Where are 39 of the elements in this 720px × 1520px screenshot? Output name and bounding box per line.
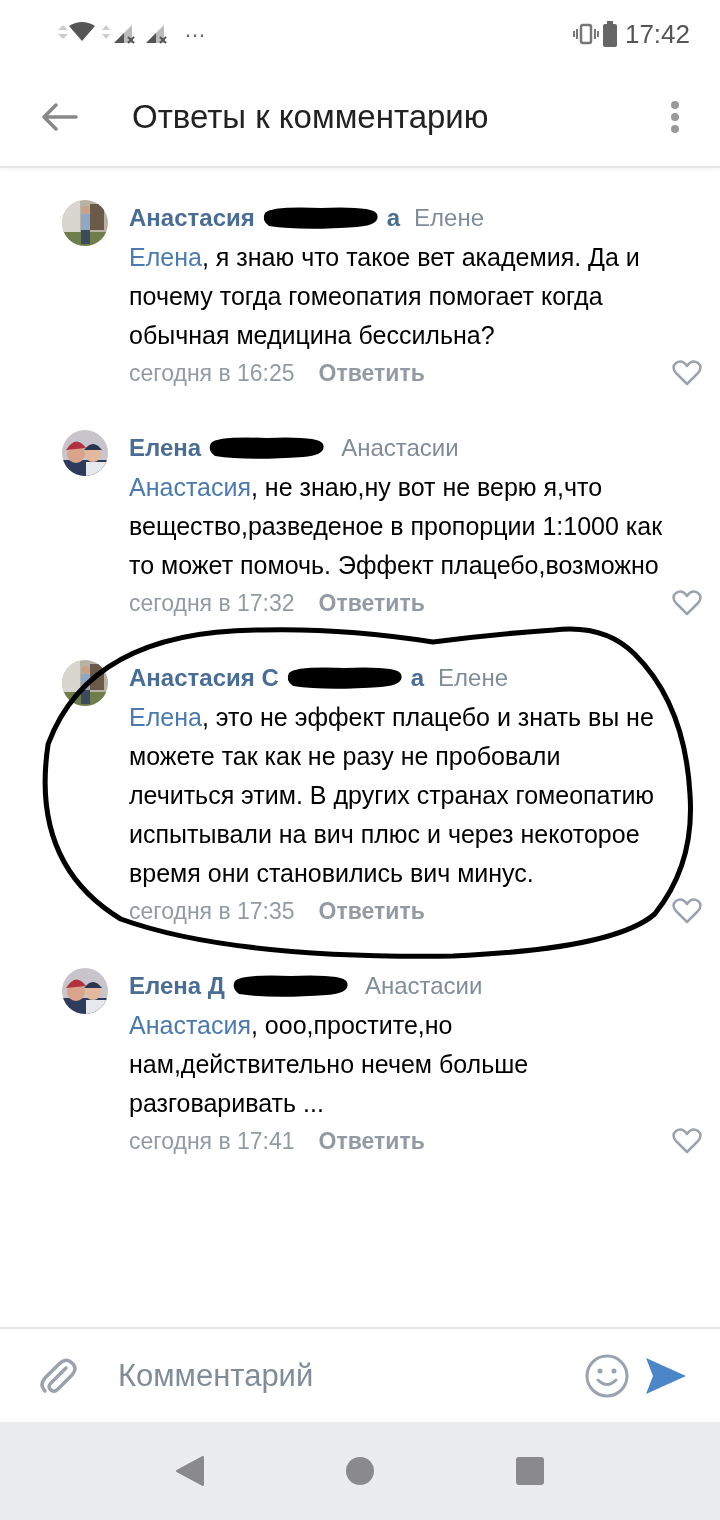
mention-link[interactable]: Елена xyxy=(129,243,202,271)
comment-time: сегодня в 17:32 xyxy=(129,589,295,617)
reply-button[interactable]: Ответить xyxy=(318,1127,425,1155)
mention-link[interactable]: Елена xyxy=(129,703,202,731)
reply-button[interactable]: Ответить xyxy=(318,359,425,387)
author-name-end: а xyxy=(410,664,425,692)
mention-link[interactable]: Анастасия xyxy=(129,473,251,501)
page-title: Ответы к комментарию xyxy=(132,98,490,136)
reply-to-name: Анастасии xyxy=(364,972,483,1000)
comment-text: Елена, это не эффект плацебо и знать вы не можете так как не разу не пробовали лечиться этим. В других странах гомеопатию испытывали на вич плюс и через некоторое время они становились вич минус. xyxy=(129,702,656,889)
mention-link[interactable]: Анастасия xyxy=(129,1011,251,1039)
status-more: … xyxy=(184,19,206,44)
home-nav-button[interactable] xyxy=(345,1456,375,1486)
status-time: 17:42 xyxy=(624,18,690,50)
reply-to-name: Елене xyxy=(438,664,509,692)
more-icon xyxy=(670,100,680,134)
comment-text: Елена, я знаю что такое вет академия. Да и почему тогда гомеопатия помогает когда обычная медицина бессильна? xyxy=(129,242,641,351)
comment-time: сегодня в 17:35 xyxy=(129,897,295,925)
author-name[interactable]: Анастасия xyxy=(129,204,255,232)
author-name-end: а xyxy=(386,204,401,232)
like-icon[interactable] xyxy=(672,1128,702,1154)
reply-button[interactable]: Ответить xyxy=(318,897,425,925)
vibrate-icon xyxy=(572,23,599,45)
comment-text: Анастасия, не знаю,ну вот не верю я,что вещество,разведеное в пропорции 1:1000 как то может помочь. Эффект плацебо,возможно xyxy=(129,472,664,581)
back-nav-button[interactable] xyxy=(175,1455,205,1487)
author-name[interactable]: Елена Д xyxy=(129,972,225,1000)
comment-time: сегодня в 16:25 xyxy=(129,359,295,387)
reply-to-name: Анастасии xyxy=(341,434,459,462)
reply-to-name: Елене xyxy=(414,204,485,232)
comment-time: сегодня в 17:41 xyxy=(129,1127,295,1155)
author-name[interactable]: Елена xyxy=(129,434,202,462)
like-icon[interactable] xyxy=(672,898,702,924)
battery-icon xyxy=(602,21,617,47)
reply-button[interactable]: Ответить xyxy=(318,589,425,617)
recents-nav-button[interactable] xyxy=(515,1456,545,1486)
like-icon[interactable] xyxy=(672,590,702,616)
author-name[interactable]: Анастасия С xyxy=(129,664,279,692)
like-icon[interactable] xyxy=(672,360,702,386)
comment-text: Анастасия, ооо,простите,но нам,действительно нечем больше разговаривать ... xyxy=(129,1010,530,1119)
